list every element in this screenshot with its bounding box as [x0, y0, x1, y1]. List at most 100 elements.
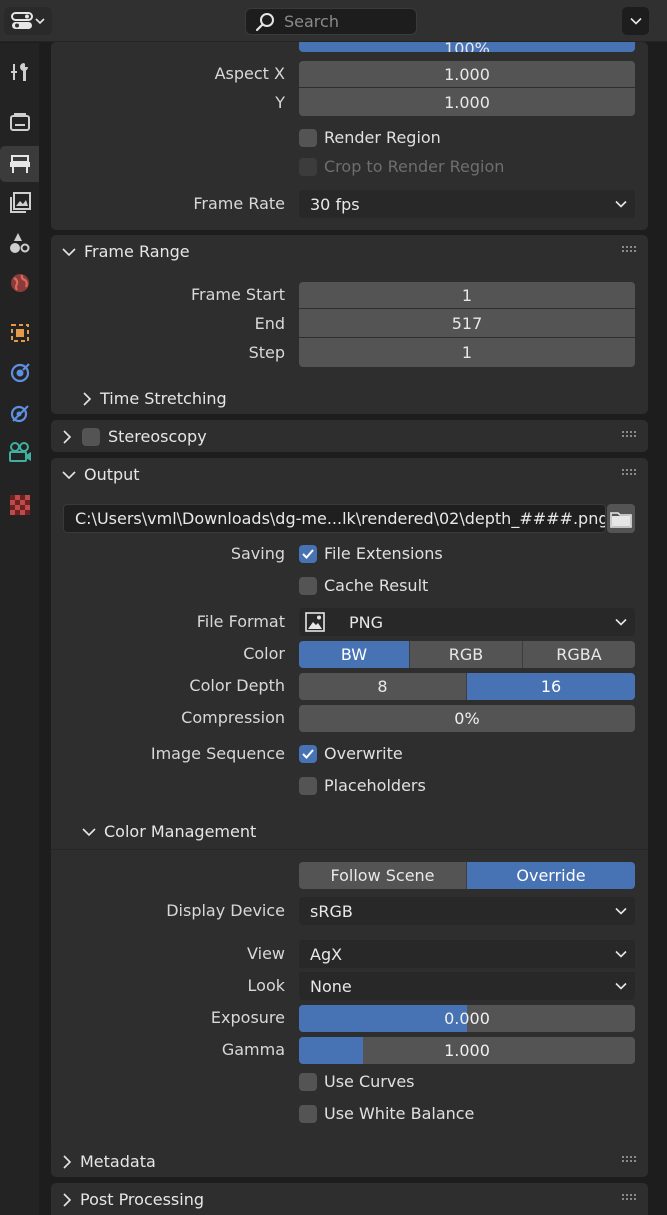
tab-scene[interactable] — [3, 225, 37, 261]
saving-label: Saving — [230, 544, 285, 563]
tab-texture[interactable] — [3, 487, 37, 523]
properties-tab-bar — [0, 43, 39, 1215]
image-file-icon — [305, 612, 325, 632]
aspect-x-field[interactable]: 1.000 — [299, 61, 635, 87]
color-management-header[interactable]: Color Management — [82, 822, 256, 841]
search-input[interactable]: Search — [245, 8, 417, 35]
drag-handle-icon[interactable] — [622, 469, 638, 477]
image-sequence-label: Image Sequence — [150, 744, 285, 763]
chevron-down-icon — [82, 827, 96, 836]
output-path-input[interactable]: C:\Users\vml\Downloads\dg-me...lk\render… — [63, 504, 606, 533]
options-button[interactable] — [622, 7, 649, 35]
display-device-label: Display Device — [166, 901, 285, 920]
display-device-dropdown[interactable]: sRGB — [299, 897, 635, 925]
tab-view-layer[interactable] — [3, 185, 37, 221]
stereoscopy-checkbox[interactable] — [82, 427, 100, 446]
frame-step-field[interactable]: 1 — [299, 338, 635, 367]
follow-scene-option[interactable]: Follow Scene — [299, 862, 467, 889]
frame-start-field[interactable]: 1 — [299, 282, 635, 308]
view-label: View — [247, 944, 285, 963]
color-rgba-option[interactable]: RGBA — [523, 641, 635, 668]
color-rgb-option[interactable]: RGB — [410, 641, 523, 668]
checkmark-icon — [302, 748, 314, 759]
browse-folder-button[interactable] — [607, 504, 635, 533]
exposure-label: Exposure — [210, 1008, 285, 1027]
view-transform-dropdown[interactable]: AgX — [299, 940, 635, 968]
frame-range-title: Frame Range — [84, 242, 190, 261]
drag-handle-icon[interactable] — [622, 431, 638, 439]
search-icon — [255, 12, 274, 31]
use-white-balance-checkbox[interactable]: Use White Balance — [299, 1104, 474, 1123]
frame-end-label: End — [254, 314, 285, 333]
file-format-dropdown[interactable]: PNG — [299, 608, 635, 636]
drag-handle-icon[interactable] — [622, 1194, 638, 1202]
crop-region-checkbox[interactable]: Crop to Render Region — [299, 157, 504, 176]
color-label: Color — [243, 644, 285, 663]
render-icon — [10, 113, 30, 131]
tab-tool[interactable] — [3, 54, 37, 90]
exposure-slider[interactable]: 0.000 — [299, 1005, 635, 1032]
tab-object[interactable] — [3, 315, 37, 351]
chevron-down-icon — [629, 17, 642, 25]
aspect-y-field[interactable]: 1.000 — [299, 88, 635, 116]
checkmark-icon — [302, 548, 314, 559]
chevron-right-icon — [83, 391, 92, 406]
aspect-y-label: Y — [275, 93, 285, 112]
metadata-title: Metadata — [80, 1152, 156, 1171]
drag-handle-icon[interactable] — [622, 1156, 638, 1164]
view-layer-icon — [10, 192, 31, 213]
chevron-down-icon — [615, 907, 627, 915]
resolution-percentage-field[interactable]: 100% — [299, 42, 635, 52]
checkbox-box — [299, 744, 317, 763]
frame-range-header[interactable]: Frame Range — [62, 242, 190, 261]
editor-type-button[interactable] — [4, 7, 52, 35]
checkbox-box — [299, 157, 317, 176]
color-depth-16-option[interactable]: 16 — [467, 673, 635, 700]
tab-physics[interactable] — [3, 395, 37, 431]
gamma-label: Gamma — [221, 1040, 285, 1059]
overwrite-checkbox[interactable]: Overwrite — [299, 744, 403, 763]
output-title: Output — [84, 465, 140, 484]
look-dropdown[interactable]: None — [299, 972, 635, 1000]
frame-rate-dropdown[interactable]: 30 fps — [299, 190, 635, 218]
stereoscopy-header[interactable]: Stereoscopy — [62, 427, 207, 446]
gamma-slider[interactable]: 1.000 — [299, 1037, 635, 1064]
camera-data-icon — [9, 442, 31, 462]
use-curves-checkbox[interactable]: Use Curves — [299, 1072, 415, 1091]
overwrite-label: Overwrite — [324, 744, 403, 763]
compression-slider[interactable]: 0% — [299, 705, 635, 732]
output-header[interactable]: Output — [62, 465, 140, 484]
checkbox-box — [299, 776, 317, 795]
file-extensions-checkbox[interactable]: File Extensions — [299, 544, 443, 563]
look-label: Look — [247, 976, 285, 995]
frame-end-field[interactable]: 517 — [299, 309, 635, 337]
folder-icon — [610, 511, 632, 528]
override-option[interactable]: Override — [467, 862, 635, 889]
time-stretching-header[interactable]: Time Stretching — [82, 389, 227, 408]
placeholders-label: Placeholders — [324, 776, 426, 795]
render-region-checkbox[interactable]: Render Region — [299, 128, 441, 147]
tab-render[interactable] — [3, 104, 37, 140]
chevron-down-icon — [615, 982, 627, 990]
drag-handle-icon[interactable] — [622, 246, 638, 254]
tab-world[interactable] — [3, 265, 37, 301]
tab-modifiers[interactable] — [3, 355, 37, 391]
checkbox-box — [299, 1104, 317, 1123]
tab-output[interactable] — [0, 146, 39, 182]
use-white-balance-label: Use White Balance — [324, 1104, 475, 1123]
cache-result-checkbox[interactable]: Cache Result — [299, 576, 428, 595]
tab-object-data[interactable] — [3, 435, 37, 471]
metadata-header[interactable]: Metadata — [62, 1152, 156, 1171]
file-extensions-label: File Extensions — [324, 544, 443, 563]
post-processing-header[interactable]: Post Processing — [62, 1190, 204, 1209]
time-stretching-title: Time Stretching — [100, 389, 227, 408]
color-bw-option[interactable]: BW — [299, 641, 410, 668]
color-depth-8-option[interactable]: 8 — [299, 673, 467, 700]
cache-result-label: Cache Result — [324, 576, 429, 595]
checkbox-box — [299, 128, 317, 147]
color-mode-selector: BW RGB RGBA — [299, 641, 635, 668]
placeholders-checkbox[interactable]: Placeholders — [299, 776, 426, 795]
use-curves-label: Use Curves — [324, 1072, 415, 1091]
tool-icon — [11, 63, 28, 81]
checkbox-box — [299, 1072, 317, 1091]
